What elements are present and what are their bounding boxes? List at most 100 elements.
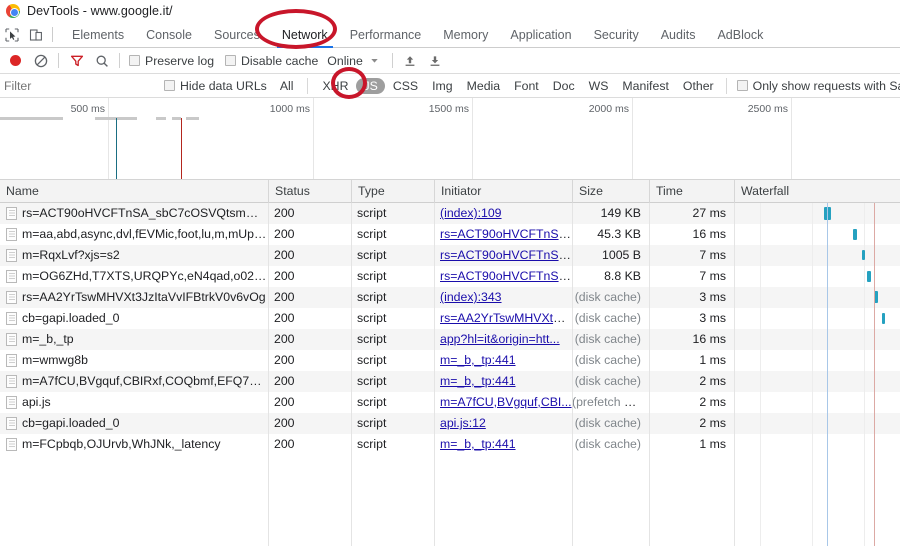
- request-name-cell[interactable]: rs=ACT90oHVCFTnSA_sbC7cOSVQtsmm7KC...: [0, 203, 268, 224]
- tab-security[interactable]: Security: [583, 22, 650, 48]
- request-initiator-cell[interactable]: rs=ACT90oHVCFTnSA...: [434, 266, 572, 287]
- tab-label: Network: [281, 27, 328, 42]
- request-initiator-cell[interactable]: app?hl=it&origin=htt...: [434, 329, 572, 350]
- request-name-cell[interactable]: m=RqxLvf?xjs=s2: [0, 245, 268, 266]
- tab-performance[interactable]: Performance: [339, 22, 433, 48]
- request-name-cell[interactable]: m=FCpbqb,OJUrvb,WhJNk,_latency: [0, 434, 268, 455]
- request-name-cell[interactable]: rs=AA2YrTswMHVXt3JzItaVvIFBtrkV0v6vOg: [0, 287, 268, 308]
- column-header-time[interactable]: Time: [649, 179, 734, 203]
- request-name-cell[interactable]: m=A7fCU,BVgquf,CBIRxf,COQbmf,EFQ78c,Gk..…: [0, 371, 268, 392]
- request-type-cell-label: script: [357, 311, 387, 325]
- request-initiator-cell[interactable]: m=_b,_tp:441: [434, 371, 572, 392]
- request-name-cell[interactable]: cb=gapi.loaded_0: [0, 413, 268, 434]
- search-icon[interactable]: [89, 49, 114, 73]
- request-status-cell: 200: [268, 392, 351, 413]
- column-header-initiator[interactable]: Initiator: [434, 179, 572, 203]
- request-initiator-cell[interactable]: m=_b,_tp:441: [434, 434, 572, 455]
- request-name-cell[interactable]: m=OG6ZHd,T7XTS,URQPYc,eN4qad,o02Jie,p...: [0, 266, 268, 287]
- tab-audits[interactable]: Audits: [650, 22, 707, 48]
- throttling-select[interactable]: Online: [325, 54, 363, 68]
- chevron-down-icon[interactable]: [363, 49, 387, 73]
- request-status-cell: 200: [268, 371, 351, 392]
- column-header-size[interactable]: Size: [572, 179, 649, 203]
- request-name-cell[interactable]: m=_b,_tp: [0, 329, 268, 350]
- request-initiator-cell[interactable]: m=_b,_tp:441: [434, 350, 572, 371]
- request-status-cell-label: 200: [274, 290, 295, 304]
- request-name-cell[interactable]: m=wmwg8b: [0, 350, 268, 371]
- request-name-label: api.js: [22, 395, 51, 409]
- request-initiator-cell[interactable]: api.js:12: [434, 413, 572, 434]
- request-size-cell: (disk cache): [572, 350, 649, 371]
- column-header-name[interactable]: Name: [0, 180, 268, 203]
- request-size-cell-label: (disk cache): [574, 290, 641, 304]
- tab-application[interactable]: Application: [499, 22, 582, 48]
- request-type-cell: script: [351, 413, 434, 434]
- tab-network[interactable]: Network: [271, 22, 339, 48]
- request-type-cell: script: [351, 287, 434, 308]
- export-har-icon[interactable]: [423, 49, 448, 73]
- request-initiator-cell-label: m=_b,_tp:441: [440, 437, 516, 451]
- table-row[interactable]: m=_b,_tp 200 script app?hl=it&origin=htt...…: [0, 329, 900, 350]
- request-size-cell-label: (disk cache): [574, 332, 641, 346]
- request-initiator-cell[interactable]: rs=ACT90oHVCFTnSA...: [434, 245, 572, 266]
- toolbar-divider: [58, 53, 59, 68]
- device-toolbar-icon[interactable]: [24, 23, 48, 47]
- request-initiator-cell[interactable]: (index):109: [434, 203, 572, 224]
- filter-type-ws[interactable]: WS: [583, 78, 615, 94]
- tab-console[interactable]: Console: [135, 22, 203, 48]
- network-overview-timeline[interactable]: 500 ms 1000 ms 1500 ms 2000 ms 2500 ms: [0, 98, 900, 180]
- filter-type-img[interactable]: Img: [426, 78, 459, 94]
- tab-memory[interactable]: Memory: [432, 22, 499, 48]
- filter-type-css[interactable]: CSS: [387, 78, 424, 94]
- filter-type-xhr[interactable]: XHR: [316, 78, 354, 94]
- script-file-icon: [6, 375, 17, 388]
- request-initiator-cell[interactable]: rs=ACT90oHVCFTnSA...: [434, 224, 572, 245]
- request-initiator-cell[interactable]: rs=AA2YrTswMHVXt3J...: [434, 308, 572, 329]
- filter-funnel-icon[interactable]: [64, 49, 89, 73]
- table-row[interactable]: m=wmwg8b 200 script m=_b,_tp:441 (disk cache…: [0, 350, 900, 371]
- table-row[interactable]: cb=gapi.loaded_0 200 script api.js:12 (disk …: [0, 413, 900, 434]
- column-header-waterfall[interactable]: Waterfall: [734, 179, 900, 203]
- table-row[interactable]: m=aa,abd,async,dvl,fEVMic,foot,lu,m,mUpT…: [0, 224, 900, 245]
- requests-table-header: Name Status Type Initiator Size Time Wat…: [0, 179, 900, 203]
- filter-type-manifest[interactable]: Manifest: [616, 78, 674, 94]
- tab-label: Elements: [72, 27, 125, 42]
- request-initiator-cell[interactable]: (index):343: [434, 287, 572, 308]
- table-row[interactable]: m=A7fCU,BVgquf,CBIRxf,COQbmf,EFQ78c,Gk..…: [0, 371, 900, 392]
- filter-type-media[interactable]: Media: [461, 78, 507, 94]
- filter-type-other[interactable]: Other: [677, 78, 720, 94]
- request-name-cell[interactable]: m=aa,abd,async,dvl,fEVMic,foot,lu,m,mUpT…: [0, 224, 268, 245]
- table-row[interactable]: api.js 200 script m=A7fCU,BVgquf,CBI... (pre…: [0, 392, 900, 413]
- filter-type-font[interactable]: Font: [508, 78, 545, 94]
- request-name-cell[interactable]: api.js: [0, 392, 268, 413]
- disable-cache-checkbox[interactable]: Disable cache: [221, 54, 325, 68]
- request-initiator-cell[interactable]: m=A7fCU,BVgquf,CBI...: [434, 392, 572, 413]
- inspect-element-icon[interactable]: [0, 23, 24, 47]
- column-header-type[interactable]: Type: [351, 179, 434, 203]
- column-header-status[interactable]: Status: [268, 179, 351, 203]
- table-row[interactable]: m=FCpbqb,OJUrvb,WhJNk,_latency 200 script m…: [0, 434, 900, 455]
- hide-data-urls-checkbox[interactable]: Hide data URLs: [160, 79, 274, 93]
- filter-type-doc[interactable]: Doc: [547, 78, 581, 94]
- table-row[interactable]: m=RqxLvf?xjs=s2 200 script rs=ACT90oHVCFTnS…: [0, 245, 900, 266]
- tab-adblock[interactable]: AdBlock: [706, 22, 774, 48]
- filter-type-js[interactable]: JS: [356, 77, 385, 94]
- table-row[interactable]: m=OG6ZHd,T7XTS,URQPYc,eN4qad,o02Jie,p...…: [0, 266, 900, 287]
- tab-list: Elements Console Sources Network Performance…: [61, 22, 774, 48]
- clear-icon[interactable]: [28, 49, 53, 73]
- table-row[interactable]: rs=AA2YrTswMHVXt3JzItaVvIFBtrkV0v6vOg 200…: [0, 287, 900, 308]
- record-button[interactable]: [3, 49, 28, 73]
- script-file-icon: [6, 207, 17, 220]
- preserve-log-checkbox[interactable]: Preserve log: [125, 54, 221, 68]
- request-name-cell[interactable]: cb=gapi.loaded_0: [0, 308, 268, 329]
- script-file-icon: [6, 291, 17, 304]
- import-har-icon[interactable]: [398, 49, 423, 73]
- tab-elements[interactable]: Elements: [61, 22, 135, 48]
- filter-type-all[interactable]: All: [274, 78, 300, 94]
- samesite-checkbox[interactable]: Only show requests with SameSite issues: [733, 79, 900, 93]
- filter-type-label: Font: [514, 78, 539, 93]
- table-row[interactable]: rs=ACT90oHVCFTnSA_sbC7cOSVQtsmm7KC... 200…: [0, 203, 900, 224]
- filter-input[interactable]: [0, 74, 160, 97]
- tab-sources[interactable]: Sources: [203, 22, 271, 48]
- table-row[interactable]: cb=gapi.loaded_0 200 script rs=AA2YrTswMHVX…: [0, 308, 900, 329]
